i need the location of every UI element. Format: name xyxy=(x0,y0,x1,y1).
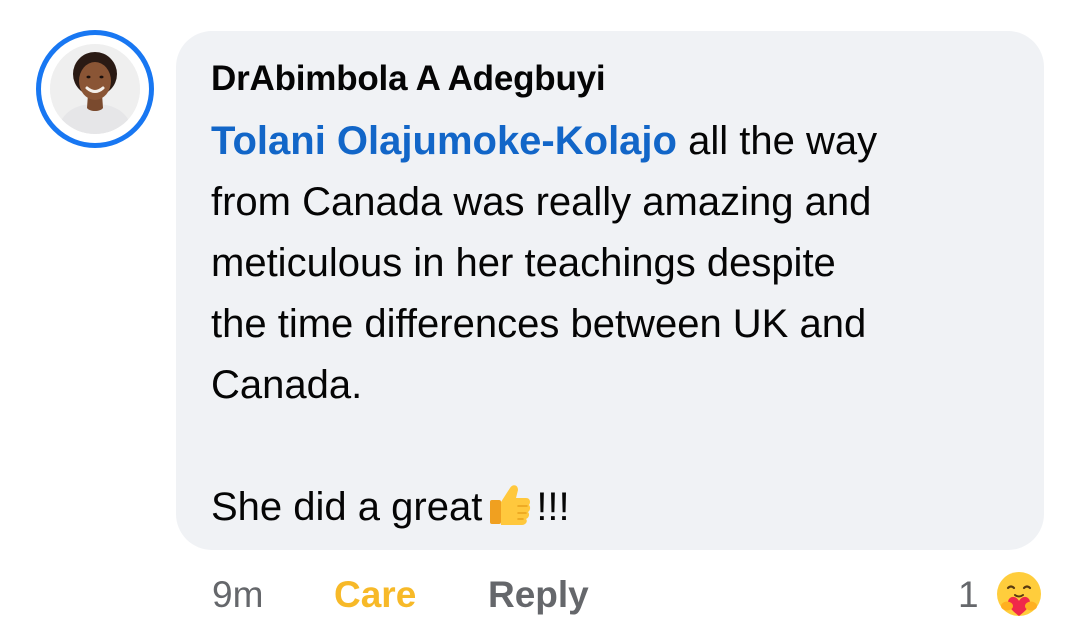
comment-line: from Canada was really amazing and xyxy=(211,180,872,224)
comment-line: the time differences between UK and xyxy=(211,302,867,346)
comment-actions: 9m Care Reply 1 xyxy=(0,566,1080,626)
avatar-photo xyxy=(50,44,140,134)
comment-line: Tolani Olajumoke-Kolajo all the way xyxy=(211,111,1031,172)
care-reaction-button[interactable]: Care xyxy=(334,574,416,616)
comment-line: Canada. xyxy=(211,363,363,407)
comment-bubble: DrAbimbola A Adegbuyi Tolani Olajumoke-K… xyxy=(176,31,1044,550)
comment-line: meticulous in her teachings despite xyxy=(211,241,836,285)
reaction-count[interactable]: 1 xyxy=(958,574,979,616)
comment-text: Tolani Olajumoke-Kolajo all the way from… xyxy=(211,111,1031,544)
comment-timestamp[interactable]: 9m xyxy=(212,574,263,616)
author-avatar[interactable] xyxy=(36,30,154,148)
comment-line-text: !!! xyxy=(536,485,570,529)
comment-line-text: all the way xyxy=(676,119,878,163)
author-name[interactable]: DrAbimbola A Adegbuyi xyxy=(211,59,606,99)
comment-blank-line xyxy=(211,416,1031,477)
comment-line-text: She did a great xyxy=(211,485,483,529)
reply-button[interactable]: Reply xyxy=(488,574,589,616)
comment-line: She did a great !!! xyxy=(211,477,1031,544)
thumbs-up-icon xyxy=(488,480,532,544)
mention-link[interactable]: Tolani Olajumoke-Kolajo xyxy=(211,119,677,163)
care-emoji-icon[interactable] xyxy=(992,568,1046,622)
